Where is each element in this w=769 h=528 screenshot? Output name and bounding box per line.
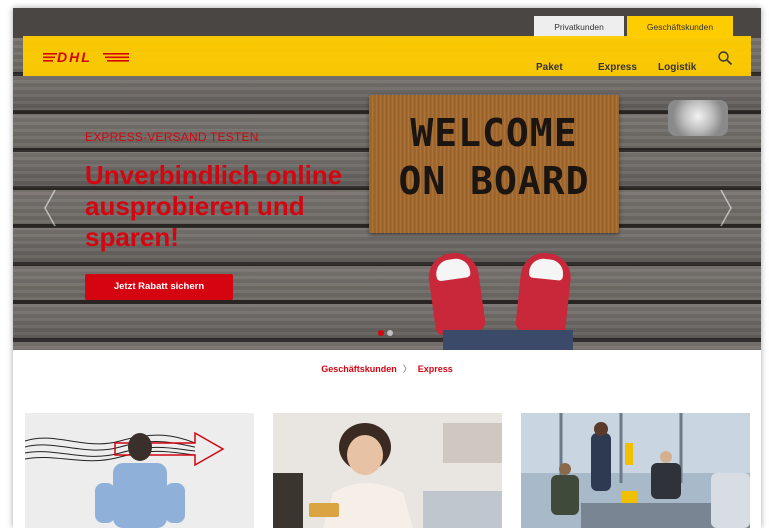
jeans-image xyxy=(443,330,573,350)
chevron-right-icon[interactable] xyxy=(719,188,733,228)
woman-with-credit-card-image xyxy=(273,413,502,528)
hero-eyebrow: EXPRESS-VERSAND TESTEN xyxy=(85,130,259,144)
carousel-dot-2[interactable] xyxy=(387,330,393,336)
cta-button[interactable]: Jetzt Rabatt sichern xyxy=(85,274,233,300)
hero-headline: Unverbindlich online ausprobieren und sp… xyxy=(85,160,343,252)
right-shoe-image xyxy=(514,250,574,336)
left-shoe-image xyxy=(425,249,487,337)
carousel-dots xyxy=(378,330,398,336)
main-navbar: DHL Paket Express Logistik xyxy=(23,36,751,76)
welcome-mat-image: WELCOME ON BOARD xyxy=(369,95,619,233)
svg-text:DHL: DHL xyxy=(57,50,92,64)
nav-link-paket[interactable]: Paket xyxy=(536,62,563,73)
mat-line-2: ON BOARD xyxy=(398,159,590,203)
breadcrumb-express[interactable]: Express xyxy=(418,364,453,374)
tab-geschaeftskunden[interactable]: Geschäftskunden xyxy=(627,16,733,38)
hero-banner: WELCOME ON BOARD EXPRESS-VERSAND TESTEN … xyxy=(13,38,761,350)
mat-line-1: WELCOME xyxy=(410,111,578,155)
chevron-left-icon[interactable] xyxy=(43,188,57,228)
business-meeting-image xyxy=(521,413,750,528)
breadcrumb: Geschäftskunden 〉 Express xyxy=(13,362,761,375)
nav-link-express[interactable]: Express xyxy=(598,62,637,73)
top-bar: Privatkunden Geschäftskunden xyxy=(13,8,761,38)
search-icon[interactable] xyxy=(717,50,733,66)
boat-cleat-image xyxy=(668,100,728,136)
tab-privatkunden[interactable]: Privatkunden xyxy=(534,16,624,38)
mat-text: WELCOME ON BOARD xyxy=(369,109,619,205)
teaser-card-woman-card[interactable] xyxy=(273,413,502,528)
teaser-card-person-arrow[interactable] xyxy=(25,413,254,528)
carousel-dot-1[interactable] xyxy=(378,330,384,336)
breadcrumb-separator: 〉 xyxy=(402,364,412,374)
dhl-logo[interactable]: DHL xyxy=(43,50,129,64)
page: Privatkunden Geschäftskunden WELCOME ON … xyxy=(13,8,761,528)
teaser-card-meeting[interactable] xyxy=(521,413,750,528)
breadcrumb-geschaeftskunden[interactable]: Geschäftskunden xyxy=(321,364,397,374)
nav-link-logistik[interactable]: Logistik xyxy=(658,62,696,73)
person-with-arrow-image xyxy=(25,413,254,528)
